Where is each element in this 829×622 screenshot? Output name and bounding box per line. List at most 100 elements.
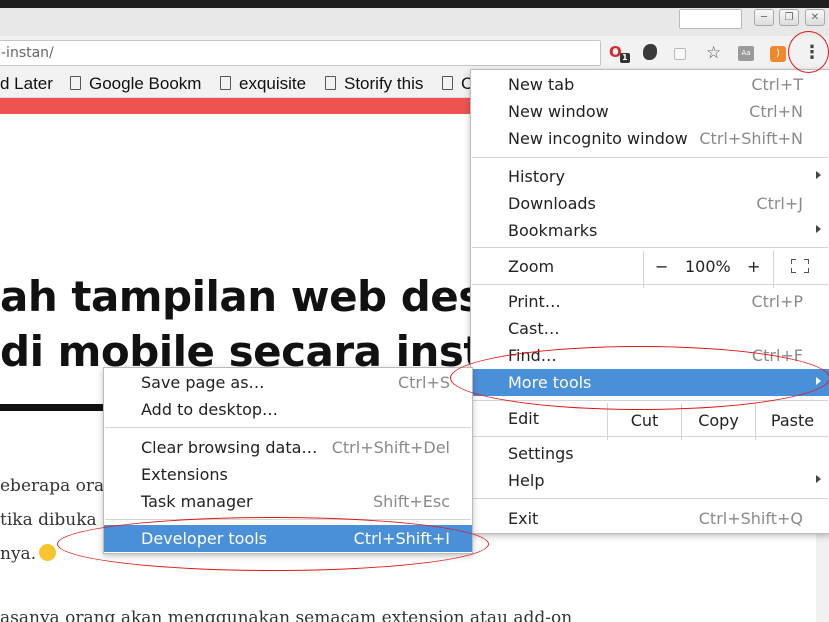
bookmark-item[interactable]: Storify this — [325, 74, 423, 94]
page-icon — [325, 76, 336, 90]
menu-item-clear-browsing-data[interactable]: Clear browsing data… Ctrl+Shift+Del — [104, 434, 472, 461]
submenu-arrow-icon — [816, 377, 821, 385]
rss-extension-icon[interactable]: ) — [770, 46, 786, 62]
menu-item-developer-tools[interactable]: Developer tools Ctrl+Shift+I — [104, 525, 472, 552]
menu-separator — [105, 519, 471, 520]
menu-item-exit[interactable]: Exit Ctrl+Shift+Q — [471, 505, 829, 532]
bookmark-item[interactable]: d Later — [0, 74, 53, 94]
article-text-span: nya. — [0, 544, 37, 564]
menu-item-shortcut: Ctrl+T — [751, 75, 803, 94]
fullscreen-icon[interactable] — [791, 259, 809, 273]
menu-item-label: New window — [508, 102, 609, 121]
menu-item-downloads[interactable]: Downloads Ctrl+J — [471, 190, 829, 217]
menu-item-label: Downloads — [508, 194, 596, 213]
submenu-arrow-icon — [816, 171, 821, 179]
menu-item-label: Help — [508, 471, 545, 490]
menu-item-save-page[interactable]: Save page as… Ctrl+S — [104, 369, 472, 396]
title-underline — [0, 404, 104, 411]
menu-item-task-manager[interactable]: Task manager Shift+Esc — [104, 488, 472, 515]
menu-item-shortcut: Ctrl+Shift+I — [353, 529, 450, 548]
menu-item-label: Zoom — [508, 257, 555, 276]
minimize-button[interactable]: ─ — [754, 9, 774, 26]
address-bar[interactable]: -instan/ — [0, 40, 601, 66]
menu-item-bookmarks[interactable]: Bookmarks — [471, 217, 829, 244]
cut-button[interactable]: Cut — [607, 403, 681, 440]
menu-item-label: More tools — [508, 373, 592, 392]
zoom-out-button[interactable]: − — [655, 257, 668, 276]
menu-item-label: Print… — [508, 292, 561, 311]
menu-item-shortcut: Ctrl+N — [749, 102, 803, 121]
menu-item-label: Developer tools — [141, 529, 268, 548]
title-bar-field[interactable] — [679, 9, 742, 29]
menu-item-label: Exit — [508, 509, 539, 528]
menu-separator — [472, 498, 828, 499]
chrome-main-menu: New tab Ctrl+T New window Ctrl+N New incog… — [470, 69, 829, 534]
close-window-button[interactable]: ✕ — [805, 9, 825, 26]
menu-separator — [472, 284, 828, 285]
menu-separator — [472, 157, 828, 158]
bookmark-item[interactable]: Google Bookm — [70, 74, 210, 94]
menu-item-add-to-desktop[interactable]: Add to desktop… — [104, 396, 472, 423]
menu-item-label: Find… — [508, 346, 557, 365]
menu-item-label: Edit — [508, 409, 539, 428]
menu-item-label: Save page as… — [141, 373, 265, 392]
menu-item-cast[interactable]: Cast… — [471, 315, 829, 342]
menu-item-label: New tab — [508, 75, 575, 94]
menu-item-edit: Edit Cut Copy Paste — [471, 403, 829, 440]
menu-item-new-window[interactable]: New window Ctrl+N — [471, 98, 829, 125]
zoom-divider — [773, 251, 774, 288]
browser-toolbar: -instan/ O1 ☆ Aa ) ⋮ — [0, 36, 829, 70]
page-icon — [70, 76, 81, 90]
menu-item-shortcut: Ctrl+P — [751, 292, 803, 311]
menu-item-label: History — [508, 167, 565, 186]
zoom-level: 100% — [685, 257, 731, 276]
menu-item-extensions[interactable]: Extensions — [104, 461, 472, 488]
menu-item-help[interactable]: Help — [471, 467, 829, 494]
menu-item-more-tools[interactable]: More tools — [471, 369, 829, 396]
menu-item-history[interactable]: History — [471, 163, 829, 190]
article-title-line-1: ah tampilan web des — [0, 272, 483, 321]
article-text: eberapa oran — [0, 476, 116, 496]
menu-item-find[interactable]: Find… Ctrl+F — [471, 342, 829, 369]
menu-item-shortcut: Shift+Esc — [372, 492, 450, 511]
copy-button[interactable]: Copy — [681, 403, 755, 440]
menu-separator — [472, 247, 828, 248]
menu-item-shortcut: Ctrl+Shift+N — [699, 129, 803, 148]
paste-button[interactable]: Paste — [755, 403, 829, 440]
bookmark-item[interactable]: exquisite — [220, 74, 306, 94]
zoom-in-button[interactable]: + — [747, 257, 760, 276]
menu-item-label: Cast… — [508, 319, 560, 338]
bookmark-label: Storify this — [344, 74, 424, 93]
evernote-extension-icon[interactable] — [643, 44, 657, 60]
menu-separator — [472, 400, 828, 401]
menu-item-print[interactable]: Print… Ctrl+P — [471, 288, 829, 315]
opera-extension-icon[interactable]: O1 — [609, 44, 630, 63]
menu-item-shortcut: Ctrl+F — [751, 346, 803, 365]
menu-item-shortcut: Ctrl+Shift+Q — [698, 509, 803, 528]
page-extension-icon[interactable] — [674, 48, 686, 60]
menu-item-new-incognito[interactable]: New incognito window Ctrl+Shift+N — [471, 125, 829, 152]
bookmark-label: Google Bookm — [89, 74, 202, 93]
article-text: asanya orang akan menggunakan semacam ex… — [0, 608, 573, 622]
menu-separator — [105, 427, 471, 428]
page-header-band — [0, 98, 470, 114]
menu-item-settings[interactable]: Settings — [471, 440, 829, 467]
page-icon — [442, 76, 453, 90]
chrome-menu-icon[interactable]: ⋮ — [801, 42, 823, 64]
menu-item-shortcut: Ctrl+Shift+Del — [331, 438, 450, 457]
font-extension-icon[interactable]: Aa — [738, 46, 754, 61]
menu-item-zoom: Zoom − 100% + — [471, 251, 829, 288]
submenu-arrow-icon — [816, 475, 821, 483]
page-icon — [220, 76, 231, 90]
restore-button[interactable]: ❐ — [779, 9, 799, 26]
bookmark-star-icon[interactable]: ☆ — [706, 44, 724, 62]
menu-item-label: New incognito window — [508, 129, 688, 148]
menu-item-label: Bookmarks — [508, 221, 598, 240]
article-text: nya. — [0, 544, 57, 564]
menu-item-label: Extensions — [141, 465, 228, 484]
menu-item-new-tab[interactable]: New tab Ctrl+T — [471, 71, 829, 98]
address-url[interactable]: -instan/ — [1, 45, 54, 61]
bookmark-item[interactable]: C — [442, 74, 473, 94]
bookmark-label: exquisite — [239, 74, 307, 93]
submenu-arrow-icon — [816, 225, 821, 233]
